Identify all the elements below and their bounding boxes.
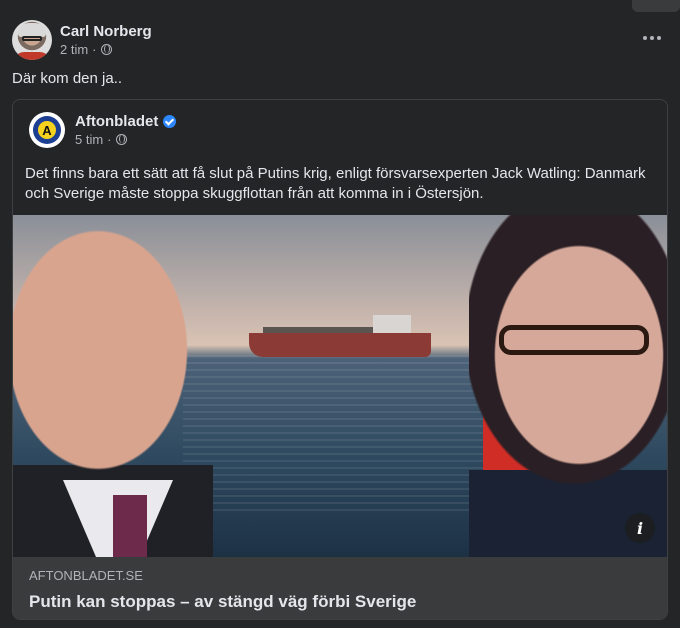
sea-texture bbox=[183, 355, 503, 515]
post-time[interactable]: 2 tim bbox=[60, 41, 88, 58]
shared-time[interactable]: 5 tim bbox=[75, 131, 103, 148]
globe-icon[interactable] bbox=[115, 134, 127, 145]
post-header: Carl Norberg 2 tim · bbox=[12, 20, 152, 60]
link-headline[interactable]: Putin kan stoppas – av stängd väg förbi … bbox=[29, 591, 653, 613]
logo-letter: A bbox=[38, 121, 56, 139]
meta-separator: · bbox=[92, 42, 97, 57]
page-name-row: Aftonbladet bbox=[75, 112, 177, 131]
aftonbladet-logo-icon[interactable]: A bbox=[29, 112, 65, 148]
shared-page-header: A Aftonbladet 5 tim · bbox=[29, 112, 177, 148]
right-person-portrait bbox=[469, 215, 667, 557]
author-avatar[interactable] bbox=[12, 20, 52, 60]
ship-bridge bbox=[373, 315, 411, 335]
author-name[interactable]: Carl Norberg bbox=[60, 22, 152, 41]
shared-meta: 5 tim · bbox=[75, 131, 176, 148]
link-preview-footer[interactable]: AFTONBLADET.SE Putin kan stoppas – av st… bbox=[13, 557, 667, 619]
page-name[interactable]: Aftonbladet bbox=[75, 112, 158, 131]
left-person-portrait bbox=[13, 215, 213, 557]
more-options-button[interactable] bbox=[638, 28, 666, 48]
verified-badge-icon bbox=[163, 115, 177, 128]
post-text: Där kom den ja.. bbox=[12, 70, 123, 87]
shared-page-texts: Aftonbladet 5 tim · bbox=[75, 112, 177, 148]
more-horizontal-icon bbox=[643, 36, 647, 40]
shared-meta-separator: · bbox=[107, 132, 112, 147]
post-header-text: Carl Norberg 2 tim · bbox=[60, 22, 152, 58]
top-edge-tab bbox=[632, 0, 680, 12]
shared-post-text: Det finns bara ett sätt att få slut på P… bbox=[25, 165, 646, 202]
info-icon[interactable]: i bbox=[625, 513, 655, 543]
globe-icon[interactable] bbox=[100, 44, 112, 55]
post-meta: 2 tim · bbox=[60, 41, 152, 58]
link-domain: AFTONBLADET.SE bbox=[29, 568, 143, 583]
tanker-ship bbox=[249, 333, 431, 357]
shared-post-card[interactable]: A Aftonbladet 5 tim · Det finns bara ett… bbox=[12, 99, 668, 620]
link-preview-image[interactable]: i bbox=[13, 215, 667, 557]
